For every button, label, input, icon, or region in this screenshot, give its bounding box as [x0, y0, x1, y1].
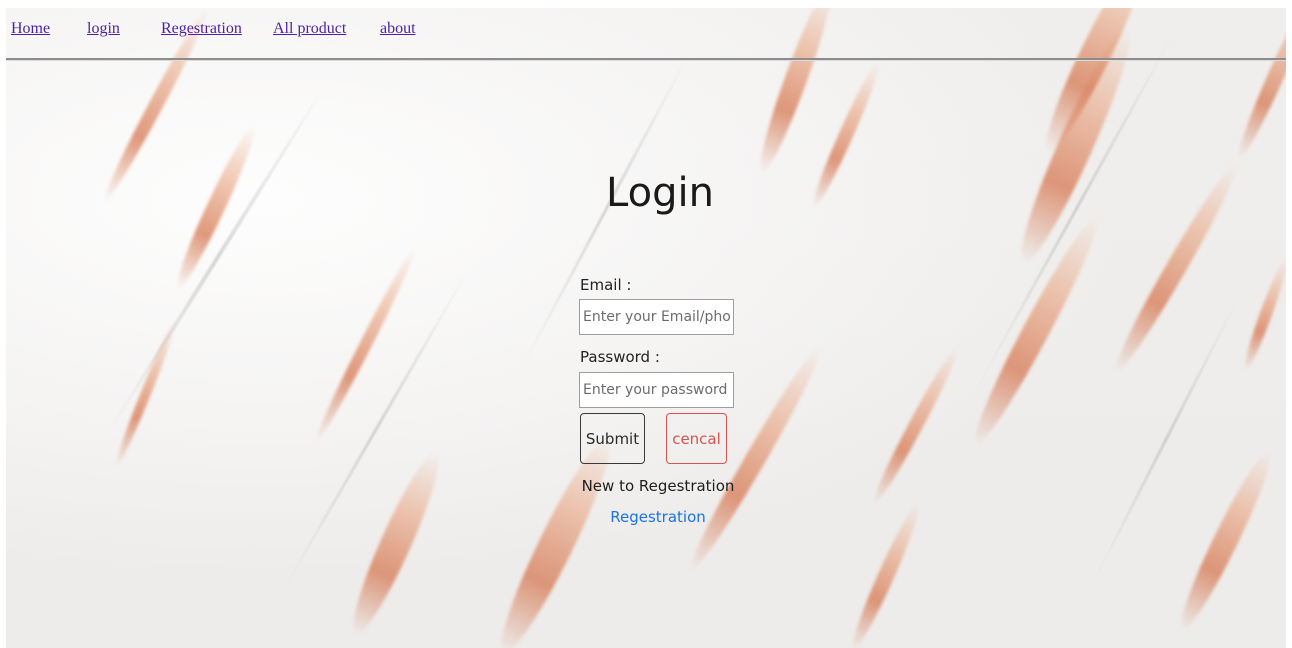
- page-title: Login: [606, 170, 714, 216]
- cancel-button[interactable]: cencal: [666, 413, 727, 464]
- email-label: Email :: [580, 276, 632, 294]
- registration-link[interactable]: Regestration: [558, 508, 758, 526]
- page: Home login Regestration All product abou…: [0, 0, 1292, 648]
- submit-button[interactable]: Submit: [580, 413, 645, 464]
- new-to-registration-text: New to Regestration: [581, 477, 735, 495]
- password-label: Password :: [580, 348, 660, 366]
- password-input[interactable]: [579, 372, 734, 408]
- email-input[interactable]: [579, 299, 734, 335]
- login-form: Login Email : Password : Submit cencal N…: [0, 0, 1292, 648]
